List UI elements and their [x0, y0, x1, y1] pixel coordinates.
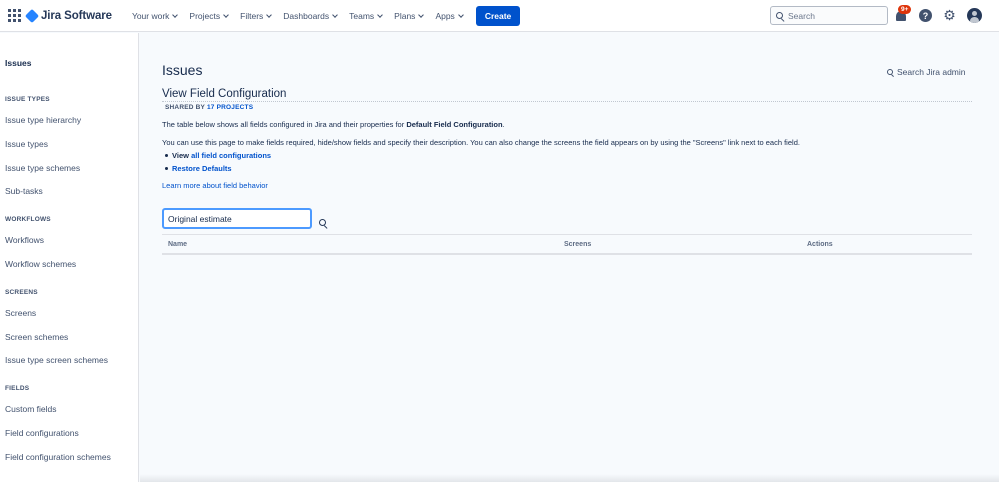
list-item: Restore Defaults [162, 162, 271, 175]
restore-defaults-link[interactable]: Restore Defaults [172, 164, 232, 173]
shared-projects-link[interactable]: 17 PROJECTS [207, 104, 253, 111]
usage-text: You can use this page to make fields req… [162, 138, 800, 147]
field-configuration-name: Default Field Configuration [406, 120, 503, 129]
sidebar-item-workflow-schemes[interactable]: Workflow schemes [5, 259, 76, 269]
nav-filters[interactable]: Filters [234, 0, 277, 32]
sidebar-item-screens[interactable]: Screens [5, 308, 36, 318]
chevron-down-icon [377, 11, 384, 18]
global-search-input[interactable]: Search [770, 6, 888, 25]
chevron-down-icon [223, 11, 229, 18]
filter-search-button[interactable] [319, 213, 331, 226]
table-header: Name Screens Actions [162, 234, 972, 255]
gear-icon[interactable]: ⚙ [943, 8, 956, 22]
avatar[interactable] [967, 8, 982, 23]
section-title: View Field Configuration [162, 88, 287, 100]
jira-logo[interactable]: Jira Software [24, 8, 112, 23]
sidebar-item-workflows[interactable]: Workflows [5, 235, 44, 245]
help-icon[interactable]: ? [919, 9, 932, 22]
sidebar-item-field-configuration-schemes[interactable]: Field configuration schemes [5, 452, 111, 462]
nav-plans[interactable]: Plans [388, 0, 429, 32]
search-icon [776, 12, 783, 19]
sidebar-item-issue-type-hierarchy[interactable]: Issue type hierarchy [5, 115, 81, 125]
search-icon [319, 219, 326, 226]
learn-more-link[interactable]: Learn more about field behavior [162, 181, 268, 190]
section-divider [162, 101, 972, 102]
chevron-down-icon [457, 11, 464, 18]
view-all-field-configurations-link[interactable]: all field configurations [191, 151, 271, 160]
list-item: View all field configurations [162, 149, 271, 162]
nav-dashboards[interactable]: Dashboards [277, 0, 343, 32]
chevron-down-icon [418, 11, 425, 18]
sidebar-heading-fields: FIELDS [5, 385, 30, 392]
top-navigation: Jira Software Your work Projects Filters… [0, 0, 999, 32]
sidebar-item-custom-fields[interactable]: Custom fields [5, 404, 57, 414]
chevron-down-icon [172, 11, 179, 18]
column-header-actions: Actions [807, 240, 833, 248]
sidebar-item-issue-type-screen-schemes[interactable]: Issue type screen schemes [5, 355, 108, 365]
jira-diamond-icon [24, 8, 40, 23]
sidebar-item-sub-tasks[interactable]: Sub-tasks [5, 186, 43, 196]
sidebar-item-field-configurations[interactable]: Field configurations [5, 428, 79, 438]
description-text: The table below shows all fields configu… [162, 120, 505, 129]
sidebar-heading-screens: SCREENS [5, 289, 38, 296]
fields-table: Name Screens Actions [162, 234, 972, 255]
bottom-edge [140, 474, 999, 482]
shared-by-label: SHARED BY 17 PROJECTS [165, 104, 254, 111]
main-content: Issues Search Jira admin View Field Conf… [140, 33, 999, 482]
notification-badge: 9+ [898, 5, 912, 14]
column-header-screens: Screens [564, 240, 592, 248]
search-placeholder: Search [788, 10, 815, 21]
sidebar-item-screen-schemes[interactable]: Screen schemes [5, 332, 68, 342]
sidebar-item-issue-types[interactable]: Issue types [5, 139, 48, 149]
page-title: Issues [162, 62, 203, 78]
search-jira-admin-link[interactable]: Search Jira admin [887, 67, 966, 77]
action-list: View all field configurations Restore De… [162, 149, 271, 175]
sidebar-item-issue-type-schemes[interactable]: Issue type schemes [5, 163, 80, 173]
sidebar-heading-workflows: WORKFLOWS [5, 216, 51, 223]
app-switcher-icon[interactable] [1, 0, 27, 32]
chevron-down-icon [266, 11, 273, 18]
search-icon [887, 69, 893, 75]
create-button[interactable]: Create [475, 5, 521, 26]
field-filter-input[interactable]: Original estimate [162, 208, 312, 229]
chevron-down-icon [332, 11, 338, 18]
sidebar: Issues ISSUE TYPES Issue type hierarchy … [0, 33, 139, 482]
sidebar-title: Issues [5, 58, 32, 68]
notifications-button[interactable]: 9+ [894, 5, 912, 24]
column-header-name: Name [168, 240, 188, 248]
nav-projects[interactable]: Projects [183, 0, 234, 32]
nav-teams[interactable]: Teams [343, 0, 388, 32]
nav-your-work[interactable]: Your work [126, 0, 183, 32]
sidebar-heading-issue-types: ISSUE TYPES [5, 96, 50, 103]
nav-apps[interactable]: Apps [429, 0, 468, 32]
product-name: Jira Software [41, 9, 112, 22]
